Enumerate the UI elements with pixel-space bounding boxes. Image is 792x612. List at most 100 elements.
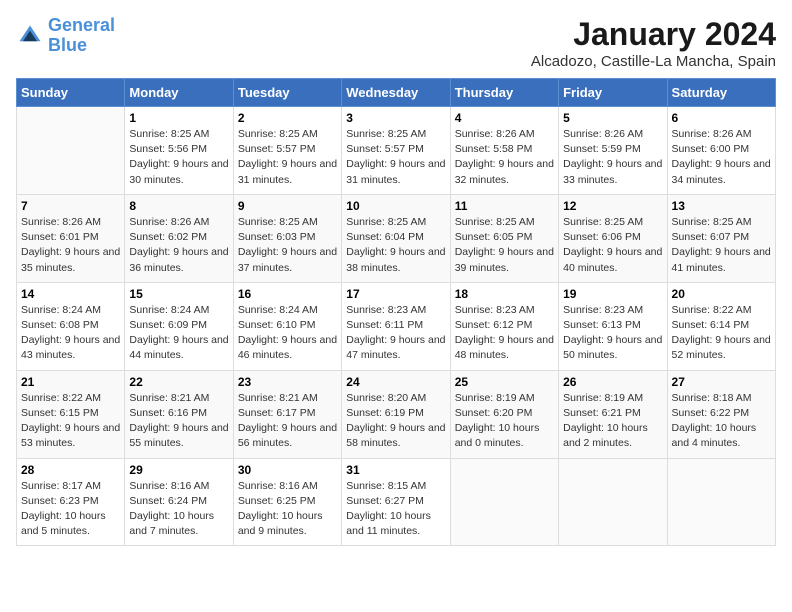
day-number: 30 — [238, 463, 337, 477]
day-detail: Sunrise: 8:23 AM Sunset: 6:11 PM Dayligh… — [346, 303, 445, 364]
sunrise: Sunrise: 8:24 AM — [129, 304, 209, 316]
sunset: Sunset: 6:01 PM — [21, 231, 99, 243]
day-number: 4 — [455, 111, 554, 125]
day-number: 3 — [346, 111, 445, 125]
sunset: Sunset: 6:03 PM — [238, 231, 316, 243]
sunset: Sunset: 6:06 PM — [563, 231, 641, 243]
sunset: Sunset: 5:59 PM — [563, 143, 641, 155]
sunrise: Sunrise: 8:25 AM — [238, 128, 318, 140]
daylight: Daylight: 9 hours and 48 minutes. — [455, 334, 554, 361]
daylight: Daylight: 9 hours and 35 minutes. — [21, 246, 120, 273]
sunrise: Sunrise: 8:26 AM — [672, 128, 752, 140]
day-number: 25 — [455, 375, 554, 389]
weekday-header-wednesday: Wednesday — [342, 79, 450, 107]
calendar-cell: 28 Sunrise: 8:17 AM Sunset: 6:23 PM Dayl… — [17, 458, 125, 546]
calendar-cell — [559, 458, 667, 546]
day-detail: Sunrise: 8:25 AM Sunset: 6:03 PM Dayligh… — [238, 215, 337, 276]
weekday-header-saturday: Saturday — [667, 79, 775, 107]
calendar-cell — [667, 458, 775, 546]
logo: General Blue — [16, 16, 115, 56]
calendar-cell: 21 Sunrise: 8:22 AM Sunset: 6:15 PM Dayl… — [17, 370, 125, 458]
logo-icon — [16, 22, 44, 50]
day-number: 20 — [672, 287, 771, 301]
day-number: 14 — [21, 287, 120, 301]
sunset: Sunset: 6:24 PM — [129, 495, 207, 507]
sunset: Sunset: 6:10 PM — [238, 319, 316, 331]
sunrise: Sunrise: 8:26 AM — [21, 216, 101, 228]
day-number: 5 — [563, 111, 662, 125]
calendar-cell: 17 Sunrise: 8:23 AM Sunset: 6:11 PM Dayl… — [342, 282, 450, 370]
sunrise: Sunrise: 8:24 AM — [238, 304, 318, 316]
calendar-week-2: 7 Sunrise: 8:26 AM Sunset: 6:01 PM Dayli… — [17, 194, 776, 282]
sunrise: Sunrise: 8:21 AM — [129, 392, 209, 404]
sunset: Sunset: 5:57 PM — [238, 143, 316, 155]
daylight: Daylight: 9 hours and 52 minutes. — [672, 334, 771, 361]
day-number: 15 — [129, 287, 228, 301]
weekday-header-tuesday: Tuesday — [233, 79, 341, 107]
day-number: 2 — [238, 111, 337, 125]
sunset: Sunset: 6:16 PM — [129, 407, 207, 419]
sunrise: Sunrise: 8:15 AM — [346, 480, 426, 492]
calendar-cell: 25 Sunrise: 8:19 AM Sunset: 6:20 PM Dayl… — [450, 370, 558, 458]
calendar-cell: 2 Sunrise: 8:25 AM Sunset: 5:57 PM Dayli… — [233, 107, 341, 195]
day-detail: Sunrise: 8:24 AM Sunset: 6:09 PM Dayligh… — [129, 303, 228, 364]
day-number: 6 — [672, 111, 771, 125]
sunset: Sunset: 6:12 PM — [455, 319, 533, 331]
sunset: Sunset: 6:21 PM — [563, 407, 641, 419]
sunrise: Sunrise: 8:23 AM — [346, 304, 426, 316]
daylight: Daylight: 10 hours and 7 minutes. — [129, 510, 214, 537]
day-number: 26 — [563, 375, 662, 389]
day-detail: Sunrise: 8:24 AM Sunset: 6:10 PM Dayligh… — [238, 303, 337, 364]
daylight: Daylight: 9 hours and 53 minutes. — [21, 422, 120, 449]
sunrise: Sunrise: 8:17 AM — [21, 480, 101, 492]
day-detail: Sunrise: 8:23 AM Sunset: 6:13 PM Dayligh… — [563, 303, 662, 364]
calendar-cell: 29 Sunrise: 8:16 AM Sunset: 6:24 PM Dayl… — [125, 458, 233, 546]
location: Alcadozo, Castille-La Mancha, Spain — [531, 53, 776, 70]
weekday-header-friday: Friday — [559, 79, 667, 107]
calendar-cell: 5 Sunrise: 8:26 AM Sunset: 5:59 PM Dayli… — [559, 107, 667, 195]
calendar-cell: 10 Sunrise: 8:25 AM Sunset: 6:04 PM Dayl… — [342, 194, 450, 282]
day-number: 16 — [238, 287, 337, 301]
day-number: 1 — [129, 111, 228, 125]
day-detail: Sunrise: 8:25 AM Sunset: 5:56 PM Dayligh… — [129, 127, 228, 188]
sunrise: Sunrise: 8:21 AM — [238, 392, 318, 404]
calendar-cell: 6 Sunrise: 8:26 AM Sunset: 6:00 PM Dayli… — [667, 107, 775, 195]
daylight: Daylight: 9 hours and 36 minutes. — [129, 246, 228, 273]
daylight: Daylight: 9 hours and 56 minutes. — [238, 422, 337, 449]
day-detail: Sunrise: 8:26 AM Sunset: 5:59 PM Dayligh… — [563, 127, 662, 188]
day-detail: Sunrise: 8:26 AM Sunset: 5:58 PM Dayligh… — [455, 127, 554, 188]
daylight: Daylight: 9 hours and 44 minutes. — [129, 334, 228, 361]
sunrise: Sunrise: 8:23 AM — [563, 304, 643, 316]
calendar-cell: 31 Sunrise: 8:15 AM Sunset: 6:27 PM Dayl… — [342, 458, 450, 546]
day-number: 18 — [455, 287, 554, 301]
calendar-cell: 14 Sunrise: 8:24 AM Sunset: 6:08 PM Dayl… — [17, 282, 125, 370]
calendar-cell: 11 Sunrise: 8:25 AM Sunset: 6:05 PM Dayl… — [450, 194, 558, 282]
calendar-cell: 27 Sunrise: 8:18 AM Sunset: 6:22 PM Dayl… — [667, 370, 775, 458]
calendar-table: SundayMondayTuesdayWednesdayThursdayFrid… — [16, 78, 776, 546]
logo-text: General Blue — [48, 16, 115, 56]
daylight: Daylight: 9 hours and 31 minutes. — [346, 158, 445, 185]
daylight: Daylight: 9 hours and 40 minutes. — [563, 246, 662, 273]
calendar-cell — [17, 107, 125, 195]
calendar-cell: 15 Sunrise: 8:24 AM Sunset: 6:09 PM Dayl… — [125, 282, 233, 370]
day-detail: Sunrise: 8:19 AM Sunset: 6:21 PM Dayligh… — [563, 391, 662, 452]
sunrise: Sunrise: 8:20 AM — [346, 392, 426, 404]
weekday-header-row: SundayMondayTuesdayWednesdayThursdayFrid… — [17, 79, 776, 107]
day-number: 23 — [238, 375, 337, 389]
weekday-header-sunday: Sunday — [17, 79, 125, 107]
calendar-week-1: 1 Sunrise: 8:25 AM Sunset: 5:56 PM Dayli… — [17, 107, 776, 195]
sunrise: Sunrise: 8:16 AM — [238, 480, 318, 492]
day-number: 8 — [129, 199, 228, 213]
sunrise: Sunrise: 8:25 AM — [455, 216, 535, 228]
calendar-week-3: 14 Sunrise: 8:24 AM Sunset: 6:08 PM Dayl… — [17, 282, 776, 370]
sunrise: Sunrise: 8:26 AM — [455, 128, 535, 140]
daylight: Daylight: 10 hours and 9 minutes. — [238, 510, 323, 537]
day-number: 29 — [129, 463, 228, 477]
calendar-cell: 26 Sunrise: 8:19 AM Sunset: 6:21 PM Dayl… — [559, 370, 667, 458]
day-detail: Sunrise: 8:22 AM Sunset: 6:15 PM Dayligh… — [21, 391, 120, 452]
daylight: Daylight: 9 hours and 37 minutes. — [238, 246, 337, 273]
sunset: Sunset: 6:23 PM — [21, 495, 99, 507]
daylight: Daylight: 9 hours and 50 minutes. — [563, 334, 662, 361]
calendar-cell: 19 Sunrise: 8:23 AM Sunset: 6:13 PM Dayl… — [559, 282, 667, 370]
day-detail: Sunrise: 8:25 AM Sunset: 6:05 PM Dayligh… — [455, 215, 554, 276]
